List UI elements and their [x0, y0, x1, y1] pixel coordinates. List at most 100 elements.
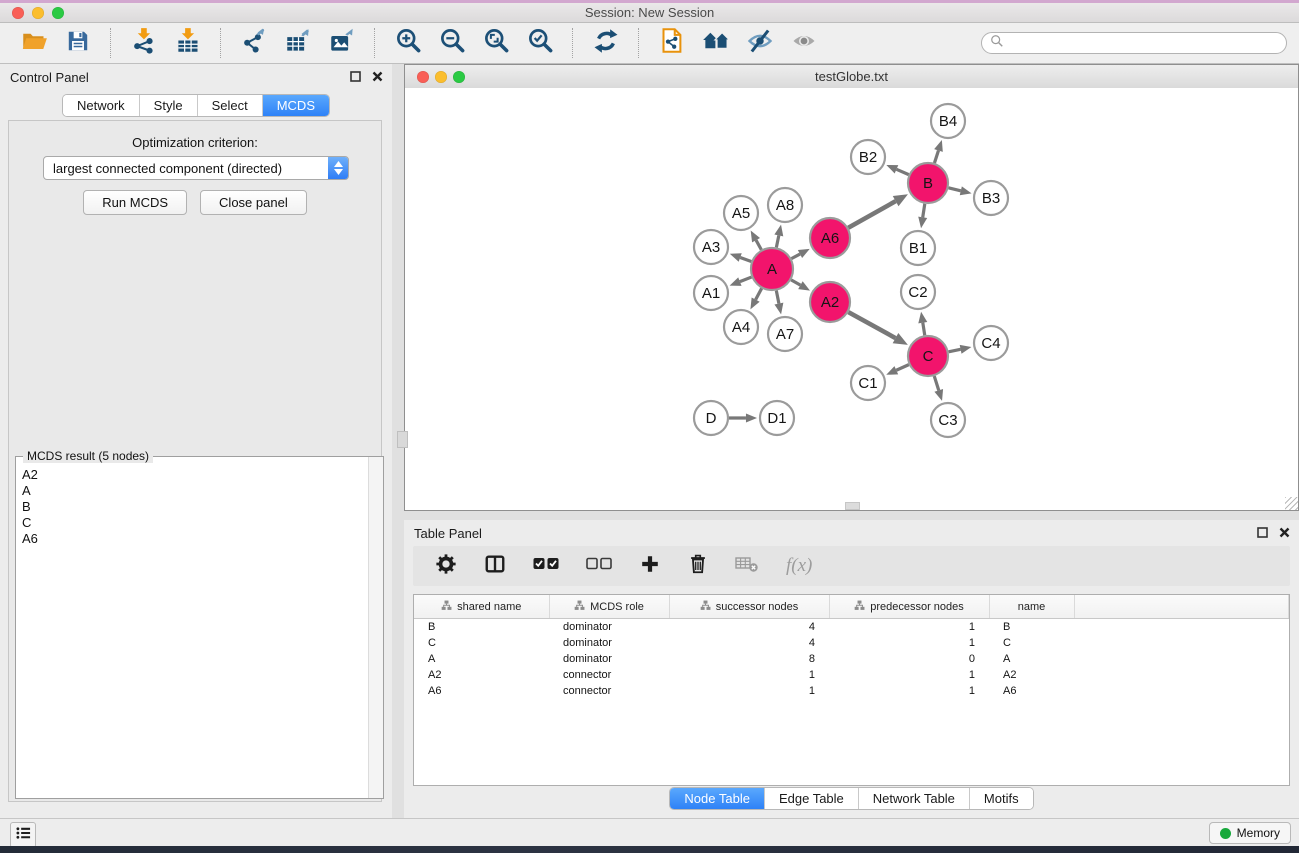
- table-row[interactable]: Cdominator41C: [414, 635, 1289, 651]
- memory-button[interactable]: Memory: [1209, 822, 1291, 844]
- horizontal-scrollbar-thumb[interactable]: [845, 502, 860, 510]
- edge-A-A2[interactable]: [791, 280, 800, 285]
- edge-C-C2[interactable]: [923, 323, 925, 336]
- edge-B-B3[interactable]: [948, 188, 960, 191]
- node-B4[interactable]: B4: [931, 104, 965, 138]
- save-session-button[interactable]: [62, 27, 94, 59]
- edge-A-A8[interactable]: [776, 235, 778, 247]
- tab-select[interactable]: Select: [197, 95, 262, 116]
- deselect-all-button[interactable]: [586, 557, 612, 576]
- new-network-from-selection-button[interactable]: [656, 27, 688, 59]
- zoom-selected-button[interactable]: [524, 27, 556, 59]
- node-A[interactable]: A: [751, 248, 793, 290]
- delete-column-button[interactable]: [688, 553, 708, 580]
- column-settings-button[interactable]: [435, 553, 457, 580]
- tab-edge-table[interactable]: Edge Table: [764, 788, 858, 809]
- network-minimize-traffic-light[interactable]: [435, 71, 447, 83]
- tab-motifs[interactable]: Motifs: [969, 788, 1033, 809]
- edge-C-C4[interactable]: [949, 349, 961, 351]
- task-history-button[interactable]: [10, 822, 36, 848]
- search-input[interactable]: [1004, 35, 1278, 51]
- show-columns-button[interactable]: [484, 553, 506, 580]
- delete-table-button[interactable]: [735, 555, 759, 578]
- edge-A-A3[interactable]: [740, 258, 751, 262]
- create-column-button[interactable]: [639, 553, 661, 580]
- edge-A2-C[interactable]: [848, 312, 895, 338]
- tab-node-table[interactable]: Node Table: [670, 788, 764, 809]
- node-C3[interactable]: C3: [931, 403, 965, 437]
- edge-C-C3[interactable]: [934, 376, 938, 390]
- export-image-button[interactable]: [326, 27, 358, 59]
- node-A8[interactable]: A8: [768, 188, 802, 222]
- node-A5[interactable]: A5: [724, 196, 758, 230]
- node-A6[interactable]: A6: [810, 218, 850, 258]
- column-header-predecessor-nodes[interactable]: predecessor nodes: [829, 595, 989, 619]
- node-A2[interactable]: A2: [810, 282, 850, 322]
- network-close-traffic-light[interactable]: [417, 71, 429, 83]
- function-builder-button[interactable]: f(x): [786, 555, 812, 577]
- column-header-shared-name[interactable]: shared name: [414, 595, 549, 619]
- tab-network[interactable]: Network: [63, 95, 139, 116]
- mcds-result-scrollbar[interactable]: [368, 457, 383, 798]
- node-A1[interactable]: A1: [694, 276, 728, 310]
- edge-A-A7[interactable]: [776, 291, 779, 304]
- tab-style[interactable]: Style: [139, 95, 197, 116]
- edge-A6-B[interactable]: [848, 201, 895, 228]
- node-A4[interactable]: A4: [724, 310, 758, 344]
- network-canvas[interactable]: B4B2BB3A8A5A6A3B1AA1C2A2A4A7C4CC1C3DD1: [405, 88, 1298, 510]
- column-header-MCDS-role[interactable]: MCDS role: [549, 595, 669, 619]
- zoom-fit-button[interactable]: [480, 27, 512, 59]
- mcds-result-item[interactable]: B: [22, 499, 369, 515]
- table-row[interactable]: A2connector11A2: [414, 667, 1289, 683]
- criterion-dropdown[interactable]: largest connected component (directed): [43, 156, 349, 180]
- node-B[interactable]: B: [908, 163, 948, 203]
- run-mcds-button[interactable]: Run MCDS: [83, 190, 187, 215]
- edge-A-A6[interactable]: [791, 254, 800, 259]
- mcds-result-item[interactable]: C: [22, 515, 369, 531]
- edge-A-A1[interactable]: [740, 277, 752, 282]
- node-C4[interactable]: C4: [974, 326, 1008, 360]
- import-table-button[interactable]: [172, 27, 204, 59]
- node-C2[interactable]: C2: [901, 275, 935, 309]
- mcds-result-item[interactable]: A6: [22, 531, 369, 547]
- edge-B-B4[interactable]: [934, 151, 938, 163]
- table-row[interactable]: Bdominator41B: [414, 619, 1289, 636]
- refresh-button[interactable]: [590, 27, 622, 59]
- tab-network-table[interactable]: Network Table: [858, 788, 969, 809]
- export-table-button[interactable]: [282, 27, 314, 59]
- zoom-traffic-light[interactable]: [52, 7, 64, 19]
- select-all-button[interactable]: [533, 557, 559, 576]
- hide-selected-button[interactable]: [744, 27, 776, 59]
- close-panel-button[interactable]: Close panel: [200, 190, 307, 215]
- column-header-successor-nodes[interactable]: successor nodes: [669, 595, 829, 619]
- node-D[interactable]: D: [694, 401, 728, 435]
- window-resize-grip[interactable]: [1285, 497, 1298, 510]
- node-C1[interactable]: C1: [851, 366, 885, 400]
- edge-A-A5[interactable]: [756, 240, 761, 250]
- export-network-button[interactable]: [238, 27, 270, 59]
- show-all-button[interactable]: [788, 27, 820, 59]
- node-A3[interactable]: A3: [694, 230, 728, 264]
- close-traffic-light[interactable]: [12, 7, 24, 19]
- close-table-panel-icon[interactable]: [1278, 526, 1291, 539]
- node-B2[interactable]: B2: [851, 140, 885, 174]
- import-network-button[interactable]: [128, 27, 160, 59]
- float-table-panel-icon[interactable]: [1256, 526, 1269, 539]
- node-D1[interactable]: D1: [760, 401, 794, 435]
- node-B3[interactable]: B3: [974, 181, 1008, 215]
- edge-C-C1[interactable]: [896, 365, 909, 371]
- vertical-scrollbar-thumb[interactable]: [397, 431, 408, 448]
- open-session-button[interactable]: [18, 27, 50, 59]
- node-A7[interactable]: A7: [768, 317, 802, 351]
- zoom-out-button[interactable]: [436, 27, 468, 59]
- float-panel-icon[interactable]: [349, 70, 362, 83]
- table-row[interactable]: A6connector11A6: [414, 683, 1289, 699]
- zoom-in-button[interactable]: [392, 27, 424, 59]
- mcds-result-list[interactable]: A2ABCA6: [16, 461, 369, 798]
- minimize-traffic-light[interactable]: [32, 7, 44, 19]
- mcds-result-item[interactable]: A2: [22, 467, 369, 483]
- node-B1[interactable]: B1: [901, 231, 935, 265]
- edge-B-B1[interactable]: [923, 204, 925, 218]
- network-graph[interactable]: B4B2BB3A8A5A6A3B1AA1C2A2A4A7C4CC1C3DD1: [405, 88, 1298, 510]
- table-row[interactable]: Adominator80A: [414, 651, 1289, 667]
